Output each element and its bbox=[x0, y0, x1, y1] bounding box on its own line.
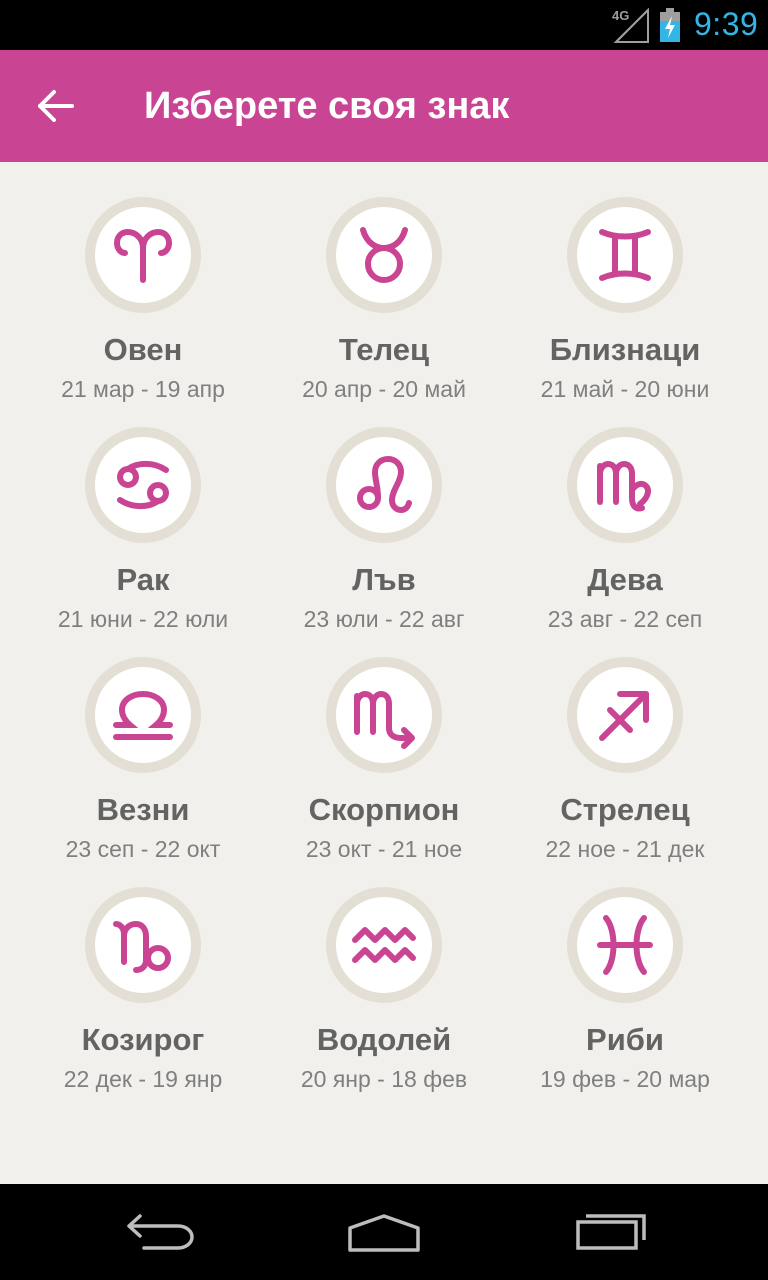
aries-icon bbox=[113, 228, 173, 283]
sign-dates: 19 фев - 20 мар bbox=[540, 1066, 710, 1092]
sign-circle bbox=[85, 887, 201, 1003]
cancer-icon bbox=[117, 460, 169, 510]
sign-circle bbox=[326, 887, 442, 1003]
sign-scorpio[interactable]: Скорпион 23 окт - 21 ное bbox=[256, 622, 512, 862]
sign-name: Везни bbox=[96, 792, 190, 827]
back-arrow-icon[interactable] bbox=[32, 84, 80, 128]
sign-libra[interactable]: Везни 23 сеп - 22 окт bbox=[15, 622, 271, 862]
taurus-icon bbox=[360, 227, 408, 283]
sign-name: Дева bbox=[587, 562, 663, 597]
scorpio-icon bbox=[354, 691, 415, 749]
sign-name: Телец bbox=[338, 332, 430, 367]
battery-charging-icon bbox=[660, 8, 680, 42]
sign-sagittarius[interactable]: Стрелец 22 ное - 21 дек bbox=[497, 622, 753, 862]
gemini-icon bbox=[599, 229, 651, 281]
clock: 9:39 bbox=[694, 6, 759, 42]
sign-circle bbox=[326, 427, 442, 543]
sign-name: Скорпион bbox=[308, 792, 460, 827]
back-icon[interactable] bbox=[120, 1206, 200, 1256]
sign-pisces[interactable]: Риби 19 фев - 20 мар bbox=[497, 852, 753, 1092]
sign-circle bbox=[567, 427, 683, 543]
sign-aries[interactable]: Овен 21 мар - 19 апр bbox=[15, 162, 271, 402]
app-bar: Изберете своя знак bbox=[0, 50, 768, 162]
capricorn-icon bbox=[113, 920, 171, 973]
sign-circle bbox=[567, 657, 683, 773]
sign-name: Близнаци bbox=[549, 332, 701, 367]
sign-circle bbox=[85, 427, 201, 543]
sign-circle bbox=[85, 197, 201, 313]
pisces-icon bbox=[597, 915, 653, 975]
libra-icon bbox=[113, 690, 173, 740]
signal-icon bbox=[613, 8, 649, 43]
sign-cancer[interactable]: Рак 21 юни - 22 юли bbox=[15, 392, 271, 632]
sign-taurus[interactable]: Телец 20 апр - 20 май bbox=[256, 162, 512, 402]
sign-capricorn[interactable]: Козирог 22 дек - 19 янр bbox=[15, 852, 271, 1092]
virgo-icon bbox=[597, 460, 651, 512]
sign-name: Лъв bbox=[352, 562, 416, 597]
sign-gemini[interactable]: Близнаци 21 май - 20 юни bbox=[497, 162, 753, 402]
sign-circle bbox=[326, 657, 442, 773]
zodiac-grid: Овен 21 мар - 19 апр Телец 20 апр - 20 м… bbox=[0, 162, 768, 1184]
sign-name: Рак bbox=[116, 562, 170, 597]
sign-name: Водолей bbox=[316, 1022, 452, 1057]
sign-circle bbox=[326, 197, 442, 313]
sign-virgo[interactable]: Дева 23 авг - 22 сеп bbox=[497, 392, 753, 632]
sign-circle bbox=[567, 197, 683, 313]
sign-leo[interactable]: Лъв 23 юли - 22 авг bbox=[256, 392, 512, 632]
sign-circle bbox=[567, 887, 683, 1003]
aquarius-icon bbox=[352, 927, 416, 963]
sign-name: Козирог bbox=[81, 1022, 205, 1057]
sign-dates: 22 дек - 19 янр bbox=[63, 1066, 223, 1092]
sign-dates: 20 янр - 18 фев bbox=[300, 1066, 468, 1092]
status-bar: 4G 9:39 bbox=[0, 0, 768, 50]
sign-name: Риби bbox=[586, 1022, 664, 1057]
sagittarius-icon bbox=[599, 691, 649, 741]
leo-icon bbox=[357, 455, 412, 514]
sign-name: Овен bbox=[103, 332, 183, 367]
home-icon[interactable] bbox=[344, 1206, 424, 1256]
sign-aquarius[interactable]: Водолей 20 янр - 18 фев bbox=[256, 852, 512, 1092]
sign-name: Стрелец bbox=[560, 792, 690, 827]
page-title: Изберете своя знак bbox=[144, 85, 510, 127]
sign-circle bbox=[85, 657, 201, 773]
recent-apps-icon[interactable] bbox=[570, 1206, 650, 1256]
navigation-bar bbox=[0, 1184, 768, 1280]
